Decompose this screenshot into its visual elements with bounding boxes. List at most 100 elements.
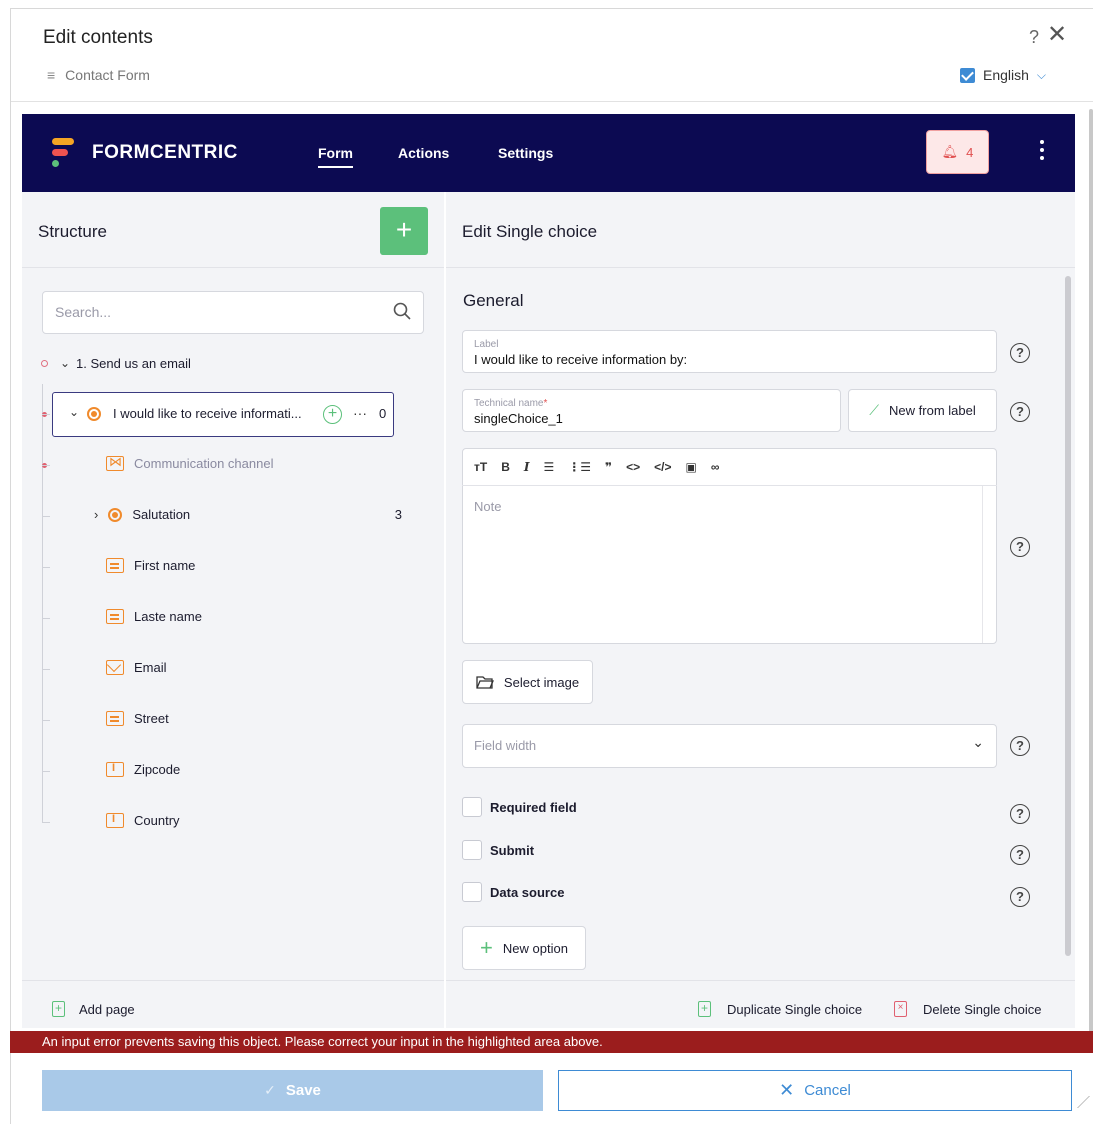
search-input[interactable] (55, 304, 375, 320)
error-ring-icon (41, 359, 48, 367)
tab-actions[interactable]: Actions (398, 145, 449, 161)
help-icon[interactable]: ? (1010, 736, 1030, 756)
tree-page-node[interactable]: ⌄ 1. Send us an email (22, 348, 444, 378)
tree-tick (42, 414, 50, 415)
close-icon[interactable]: ✕ (1047, 23, 1067, 47)
italic-icon[interactable]: I (524, 460, 530, 474)
help-icon[interactable]: ? (1010, 804, 1030, 824)
chevron-down-icon[interactable]: ⌄ (69, 405, 79, 419)
label-field-caption: Label (474, 339, 499, 350)
breadcrumb: ≡ Contact Form (47, 67, 150, 83)
help-icon[interactable]: ? (1010, 845, 1030, 865)
tree-item-communication-channel[interactable]: Communication channel (106, 454, 274, 471)
tab-form[interactable]: Form (318, 145, 353, 168)
required-field-checkbox[interactable]: Required field (462, 797, 577, 817)
editor-scrollbar[interactable] (1065, 276, 1071, 956)
delete-button[interactable]: × Delete Single choice (894, 1001, 1042, 1017)
radio-icon (87, 407, 101, 421)
checkbox-label: Submit (490, 842, 535, 858)
technical-name-field[interactable]: Technical name* singleChoice_1 (462, 389, 841, 432)
more-menu-icon[interactable] (1040, 140, 1046, 164)
tree-tick (42, 618, 50, 619)
structure-search[interactable] (42, 291, 424, 334)
code-icon[interactable]: <> (626, 460, 640, 474)
tree-item-street[interactable]: Street (106, 711, 169, 726)
new-from-label-button[interactable]: ⟋ New from label (848, 389, 997, 432)
item-count: 3 (394, 507, 402, 522)
item-label: Email (134, 660, 167, 675)
checkbox[interactable] (462, 840, 482, 860)
search-icon[interactable] (393, 302, 411, 320)
text-size-icon[interactable]: тT (474, 460, 487, 474)
chevron-right-icon[interactable]: › (94, 507, 98, 522)
numbered-list-icon[interactable]: ⋮☰ (568, 460, 591, 474)
duplicate-button[interactable]: + Duplicate Single choice (698, 1001, 862, 1017)
checkbox[interactable] (462, 797, 482, 817)
help-icon[interactable]: ? (1010, 402, 1030, 422)
item-label: Zipcode (134, 762, 181, 777)
help-button[interactable]: ? (1029, 27, 1039, 48)
bold-icon[interactable]: B (501, 460, 510, 474)
tree-selected-item[interactable]: ⌄ I would like to receive informati... +… (52, 392, 394, 437)
tree-item-first-name[interactable]: First name (106, 558, 195, 573)
tree-item-email[interactable]: Email (106, 660, 167, 675)
notifications-button[interactable]: 🔔︎ 4 (926, 130, 989, 174)
select-image-label: Select image (503, 674, 580, 690)
text-field-icon (106, 711, 124, 726)
number-field-icon (106, 813, 124, 828)
item-label: Street (134, 711, 169, 726)
add-page-button[interactable]: + Add page (52, 1001, 135, 1017)
add-page-label: Add page (79, 1001, 135, 1017)
add-child-icon[interactable]: + (323, 405, 342, 424)
tree-item-zipcode[interactable]: Zipcode (106, 762, 180, 777)
submit-checkbox[interactable]: Submit (462, 840, 534, 860)
add-element-button[interactable]: + (380, 207, 428, 255)
error-message: An input error prevents saving this obje… (10, 1031, 1093, 1053)
label-field[interactable]: Label I would like to receive informatio… (462, 330, 997, 373)
cancel-label: Cancel (804, 1082, 851, 1099)
formcentric-navbar: FORMCENTRIC Form Actions Settings 🔔︎ 4 (22, 114, 1075, 192)
tree-tick (42, 465, 50, 466)
tree-item-last-name[interactable]: Laste name (106, 609, 202, 624)
note-placeholder: Note (474, 499, 502, 514)
quote-icon[interactable]: ❞ (605, 460, 612, 474)
help-icon[interactable]: ? (1010, 537, 1030, 557)
tree-tick (42, 822, 50, 823)
code-block-icon[interactable]: </> (654, 460, 671, 474)
divider (11, 101, 1093, 102)
email-icon (106, 660, 124, 675)
lines-icon: ≡ (47, 67, 56, 83)
image-icon[interactable]: ▣ (685, 460, 696, 474)
delete-label: Delete Single choice (923, 1001, 1042, 1017)
bullet-list-icon[interactable]: ☰ (544, 460, 555, 474)
radio-icon (108, 507, 123, 522)
language-selector[interactable]: English ⌵ (960, 67, 1046, 83)
new-option-button[interactable]: + New option (462, 926, 586, 970)
select-image-button[interactable]: Select image (462, 660, 593, 704)
chevron-down-icon[interactable]: ⌄ (60, 356, 70, 370)
label-field-value[interactable]: I would like to receive information by: (474, 352, 687, 367)
tree-item-salutation[interactable]: › Salutation 3 (94, 507, 414, 522)
field-width-select[interactable]: Field width ⌄ (462, 724, 997, 768)
cancel-button[interactable]: ✕ Cancel (558, 1070, 1072, 1111)
item-label: Laste name (134, 609, 202, 624)
structure-panel: Structure + ⌄ 1. Send us an email (22, 192, 444, 1028)
tab-settings[interactable]: Settings (498, 145, 553, 161)
dialog-scrollbar[interactable] (1089, 109, 1093, 1039)
help-icon[interactable]: ? (1010, 343, 1030, 363)
more-icon[interactable]: ··· (353, 405, 367, 421)
checkbox[interactable] (462, 882, 482, 902)
technical-name-value[interactable]: singleChoice_1 (474, 411, 563, 426)
tree-item-country[interactable]: Country (106, 813, 180, 828)
language-checkbox[interactable] (960, 67, 975, 83)
save-button[interactable]: ✓ Save (42, 1070, 543, 1111)
selected-item-label: I would like to receive informati... (113, 406, 302, 421)
save-label: Save (285, 1082, 321, 1099)
item-label: Communication channel (134, 456, 274, 471)
help-icon[interactable]: ? (1010, 887, 1030, 907)
structure-header: Structure + (22, 192, 444, 268)
data-source-checkbox[interactable]: Data source (462, 882, 564, 902)
note-scrollbar[interactable] (982, 486, 996, 643)
text-field-icon (106, 609, 124, 624)
link-icon[interactable]: ∞ (711, 460, 720, 474)
